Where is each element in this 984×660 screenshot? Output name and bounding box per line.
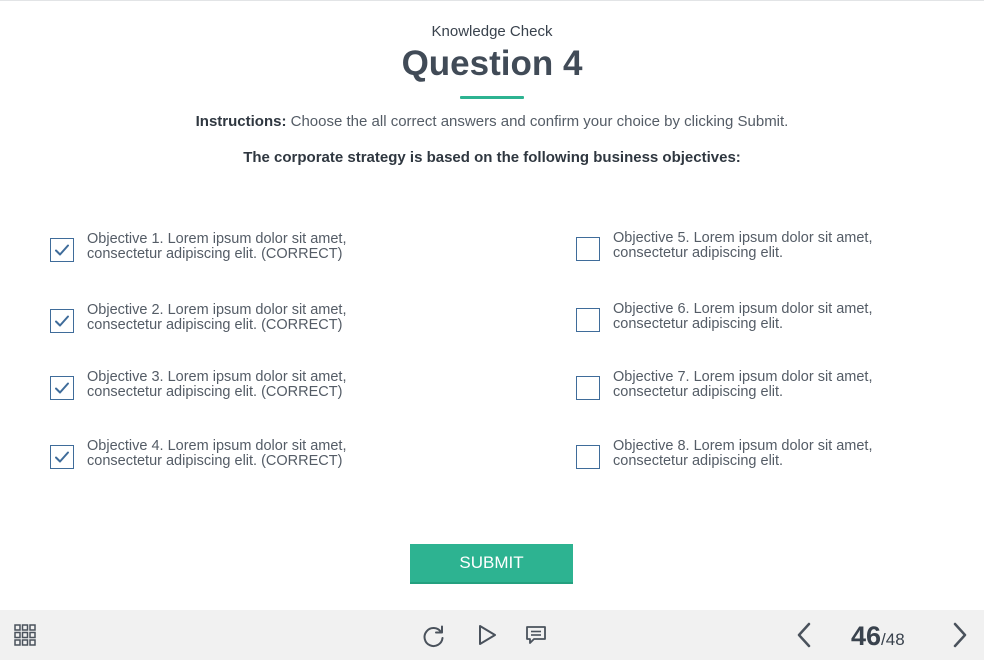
checkmark-icon: [55, 382, 69, 394]
instructions-text: Choose the all correct answers and confi…: [286, 113, 789, 130]
option-2[interactable]: Objective 2. Lorem ipsum dolor sit amet,…: [50, 303, 407, 333]
option-label-line: consectetur adipiscing elit. (CORRECT): [87, 246, 343, 262]
slide: Knowledge Check Question 4 Instructions:…: [0, 0, 984, 610]
option-label-line: Objective 8. Lorem ipsum dolor sit amet,: [613, 438, 873, 454]
option-label-line: consectetur adipiscing elit.: [613, 316, 784, 332]
total-pages: /48: [881, 630, 905, 649]
option-label-line: Objective 1. Lorem ipsum dolor sit amet,: [87, 231, 347, 247]
replay-icon[interactable]: [420, 622, 448, 650]
option-checkbox[interactable]: [50, 238, 74, 262]
title-underline: [460, 96, 524, 99]
option-checkbox[interactable]: [576, 308, 600, 332]
option-label-line: Objective 7. Lorem ipsum dolor sit amet,: [613, 369, 873, 385]
instructions: Instructions: Choose the all correct ans…: [0, 113, 984, 130]
option-5[interactable]: Objective 5. Lorem ipsum dolor sit amet,…: [576, 231, 933, 261]
option-label: Objective 3. Lorem ipsum dolor sit amet,…: [87, 370, 407, 400]
grid-menu-icon[interactable]: [12, 622, 38, 648]
option-checkbox[interactable]: [576, 376, 600, 400]
instructions-label: Instructions:: [195, 113, 287, 130]
checkmark-icon: [55, 315, 69, 327]
option-8[interactable]: Objective 8. Lorem ipsum dolor sit amet,…: [576, 439, 933, 469]
option-label: Objective 5. Lorem ipsum dolor sit amet,…: [613, 231, 933, 261]
option-6[interactable]: Objective 6. Lorem ipsum dolor sit amet,…: [576, 302, 933, 332]
slide-header: Knowledge Check Question 4: [0, 23, 984, 99]
option-label-line: Objective 2. Lorem ipsum dolor sit amet,: [87, 302, 347, 318]
play-icon[interactable]: [474, 622, 500, 648]
option-label-line: consectetur adipiscing elit. (CORRECT): [87, 453, 343, 469]
question-text: The corporate strategy is based on the f…: [243, 149, 741, 166]
question-title: Question 4: [401, 44, 583, 83]
page-indicator: 46/48: [851, 622, 905, 654]
option-3[interactable]: Objective 3. Lorem ipsum dolor sit amet,…: [50, 370, 407, 400]
notes-icon[interactable]: [523, 622, 549, 648]
option-label-line: Objective 3. Lorem ipsum dolor sit amet,: [87, 369, 347, 385]
slide-subtitle: Knowledge Check: [431, 23, 553, 40]
option-label: Objective 4. Lorem ipsum dolor sit amet,…: [87, 439, 407, 469]
option-label-line: consectetur adipiscing elit.: [613, 453, 784, 469]
option-checkbox[interactable]: [50, 445, 74, 469]
option-label: Objective 8. Lorem ipsum dolor sit amet,…: [613, 439, 933, 469]
option-label: Objective 1. Lorem ipsum dolor sit amet,…: [87, 232, 407, 262]
option-label: Objective 6. Lorem ipsum dolor sit amet,…: [613, 302, 933, 332]
option-label-line: consectetur adipiscing elit.: [613, 384, 784, 400]
option-4[interactable]: Objective 4. Lorem ipsum dolor sit amet,…: [50, 439, 407, 469]
option-label: Objective 2. Lorem ipsum dolor sit amet,…: [87, 303, 407, 333]
chevron-left-icon[interactable]: [790, 620, 818, 650]
option-label-line: Objective 4. Lorem ipsum dolor sit amet,: [87, 438, 347, 454]
option-label-line: consectetur adipiscing elit. (CORRECT): [87, 317, 343, 333]
player-toolbar: 46/48: [0, 610, 984, 660]
option-label-line: Objective 5. Lorem ipsum dolor sit amet,: [613, 230, 873, 246]
option-checkbox[interactable]: [576, 445, 600, 469]
checkmark-icon: [55, 451, 69, 463]
option-label: Objective 7. Lorem ipsum dolor sit amet,…: [613, 370, 933, 400]
option-label-line: consectetur adipiscing elit. (CORRECT): [87, 384, 343, 400]
option-7[interactable]: Objective 7. Lorem ipsum dolor sit amet,…: [576, 370, 933, 400]
current-page: 46: [851, 621, 882, 651]
chevron-right-icon[interactable]: [946, 620, 974, 650]
option-1[interactable]: Objective 1. Lorem ipsum dolor sit amet,…: [50, 232, 407, 262]
option-checkbox[interactable]: [576, 237, 600, 261]
submit-button[interactable]: SUBMIT: [410, 544, 573, 584]
option-label-line: Objective 6. Lorem ipsum dolor sit amet,: [613, 301, 873, 317]
option-label-line: consectetur adipiscing elit.: [613, 245, 784, 261]
option-checkbox[interactable]: [50, 309, 74, 333]
checkmark-icon: [55, 244, 69, 256]
option-checkbox[interactable]: [50, 376, 74, 400]
